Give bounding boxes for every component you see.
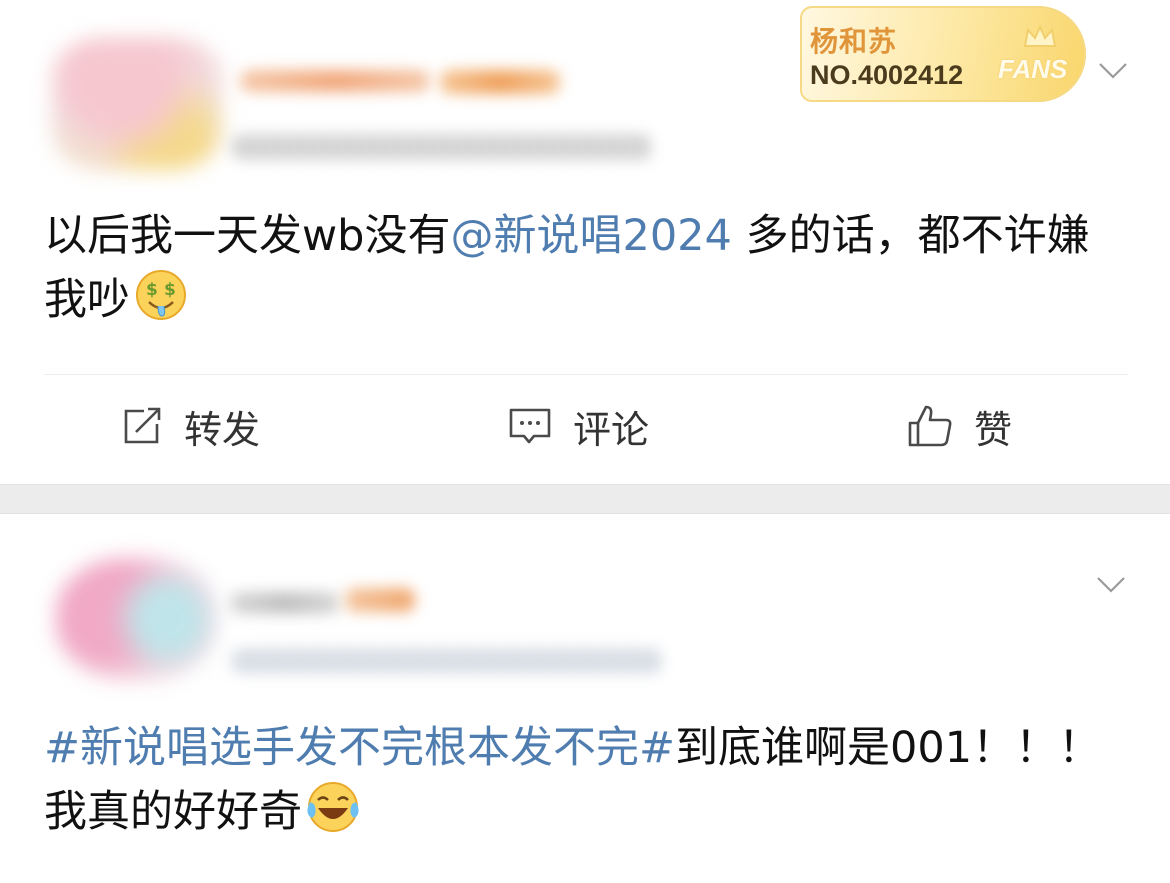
post-meta-blurred	[232, 648, 662, 674]
user-badge-blurred	[345, 588, 415, 612]
username-blurred[interactable]	[240, 70, 430, 92]
comment-button[interactable]: 评论	[507, 398, 649, 454]
post-meta-blurred	[232, 134, 652, 160]
svg-text:$: $	[146, 280, 158, 300]
hashtag-link[interactable]: #新说唱选手发不完根本发不完#	[44, 723, 675, 773]
post-text: #新说唱选手发不完根本发不完#到底谁啊是001！！！ 我真的好好奇	[44, 716, 1124, 852]
repost-label: 转发	[184, 407, 261, 452]
crown-icon	[1023, 24, 1057, 47]
money-mouth-emoji-icon: $ $	[134, 268, 188, 340]
divider	[44, 374, 1128, 375]
fans-badge-number: NO.4002412	[810, 60, 964, 90]
laughing-crying-emoji-icon	[306, 780, 360, 852]
post-card: 杨和苏 NO.4002412 FANS 以后我一天发wb没有@新说唱2024 多…	[0, 0, 1170, 484]
fans-badge-label: FANS	[998, 54, 1068, 84]
svg-text:$: $	[164, 280, 176, 300]
thumbs-up-icon	[908, 405, 952, 447]
like-button[interactable]: 赞	[906, 398, 1012, 454]
action-bar: 转发 评论 赞	[0, 376, 1170, 476]
post-text: 以后我一天发wb没有@新说唱2024 多的话，都不许嫌我吵 $ $	[44, 204, 1124, 340]
like-label: 赞	[974, 407, 1013, 452]
username-blurred[interactable]	[230, 592, 340, 614]
avatar[interactable]	[52, 38, 222, 170]
mention-link[interactable]: @新说唱2024	[450, 211, 731, 261]
user-badge-blurred	[440, 70, 560, 94]
comment-label: 评论	[573, 407, 650, 452]
repost-button[interactable]: 转发	[120, 398, 260, 454]
post-text-part: 以后我一天发wb没有	[44, 211, 451, 261]
repost-icon	[124, 407, 161, 444]
avatar[interactable]	[56, 558, 216, 680]
post-separator	[0, 484, 1170, 514]
post-card: #新说唱选手发不完根本发不完#到底谁啊是001！！！ 我真的好好奇	[0, 514, 1170, 883]
fans-badge-name: 杨和苏	[810, 25, 898, 58]
fans-badge[interactable]: 杨和苏 NO.4002412 FANS	[800, 6, 1086, 102]
chevron-down-icon[interactable]	[1098, 60, 1127, 86]
chevron-down-icon[interactable]	[1096, 574, 1125, 600]
comment-icon	[509, 408, 551, 444]
